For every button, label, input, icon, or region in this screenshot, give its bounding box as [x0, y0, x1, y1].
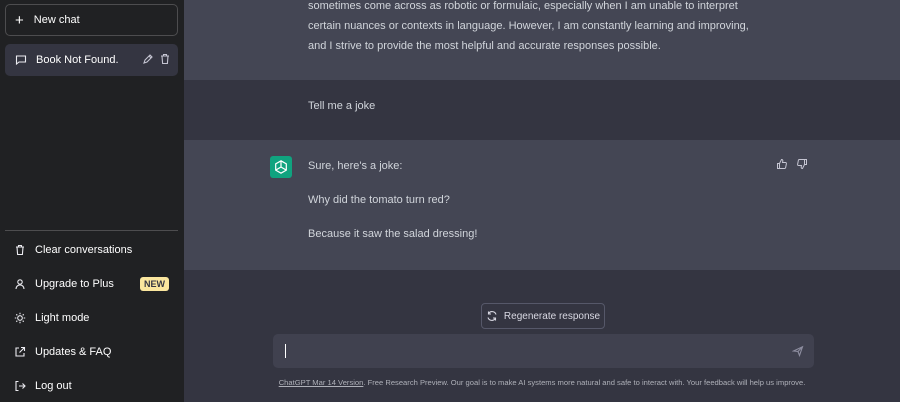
updates-faq-label: Updates & FAQ	[35, 346, 112, 358]
assistant-message-previous: sometimes come across as robotic or form…	[184, 0, 900, 80]
plus-icon: +	[15, 11, 24, 29]
updates-faq-link[interactable]: Updates & FAQ	[5, 337, 178, 367]
clear-conversations-button[interactable]: Clear conversations	[5, 235, 178, 265]
new-chat-button[interactable]: + New chat	[5, 4, 178, 36]
footer-disclaimer: ChatGPT Mar 14 Version. Free Research Pr…	[184, 378, 900, 387]
thumbs-down-icon[interactable]	[796, 158, 808, 170]
message-line: sometimes come across as robotic or form…	[308, 0, 738, 12]
new-chat-label: New chat	[33, 14, 80, 26]
user-icon	[15, 279, 25, 290]
conversation-title: Book Not Found.	[36, 54, 119, 66]
regenerate-label: Regenerate response	[503, 310, 601, 322]
light-mode-label: Light mode	[35, 312, 90, 324]
assistant-line-3: Because it saw the salad dressing!	[308, 228, 478, 240]
trash-icon[interactable]	[159, 53, 171, 65]
conversation-item[interactable]: Book Not Found.	[5, 44, 178, 76]
version-link[interactable]: ChatGPT Mar 14 Version	[279, 378, 364, 387]
upgrade-label: Upgrade to Plus	[35, 278, 114, 290]
assistant-message: Sure, here's a joke: Why did the tomato …	[184, 140, 900, 270]
user-message: Tell me a joke	[184, 80, 900, 140]
assistant-line-2: Why did the tomato turn red?	[308, 194, 450, 206]
logout-label: Log out	[35, 380, 72, 392]
new-badge: NEW	[140, 277, 169, 291]
message-input[interactable]	[273, 334, 814, 368]
edit-icon[interactable]	[142, 53, 154, 65]
external-link-icon	[15, 346, 26, 357]
message-line: certain nuances or contexts in language.…	[308, 20, 749, 32]
refresh-icon	[487, 311, 497, 321]
send-icon[interactable]	[792, 345, 804, 357]
regenerate-response-button[interactable]: Regenerate response	[481, 303, 605, 329]
sidebar: + New chat Book Not Found. Clear convers…	[0, 0, 184, 402]
chat-area: sometimes come across as robotic or form…	[184, 0, 900, 402]
sidebar-divider	[5, 230, 178, 231]
logout-icon	[15, 380, 26, 392]
sun-icon	[14, 312, 26, 324]
clear-conversations-label: Clear conversations	[35, 244, 133, 256]
footer-text: . Free Research Preview. Our goal is to …	[363, 378, 806, 387]
light-mode-button[interactable]: Light mode	[5, 303, 178, 333]
trash-icon	[16, 244, 24, 256]
openai-logo-icon	[270, 156, 292, 178]
chat-bubble-icon	[15, 55, 27, 66]
message-line: and I strive to provide the most helpful…	[308, 40, 661, 52]
assistant-line-1: Sure, here's a joke:	[308, 160, 403, 172]
text-cursor	[285, 344, 286, 358]
upgrade-to-plus-button[interactable]: Upgrade to Plus NEW	[5, 269, 178, 299]
logout-button[interactable]: Log out	[5, 371, 178, 401]
thumbs-up-icon[interactable]	[776, 158, 788, 170]
user-message-text: Tell me a joke	[308, 100, 376, 112]
